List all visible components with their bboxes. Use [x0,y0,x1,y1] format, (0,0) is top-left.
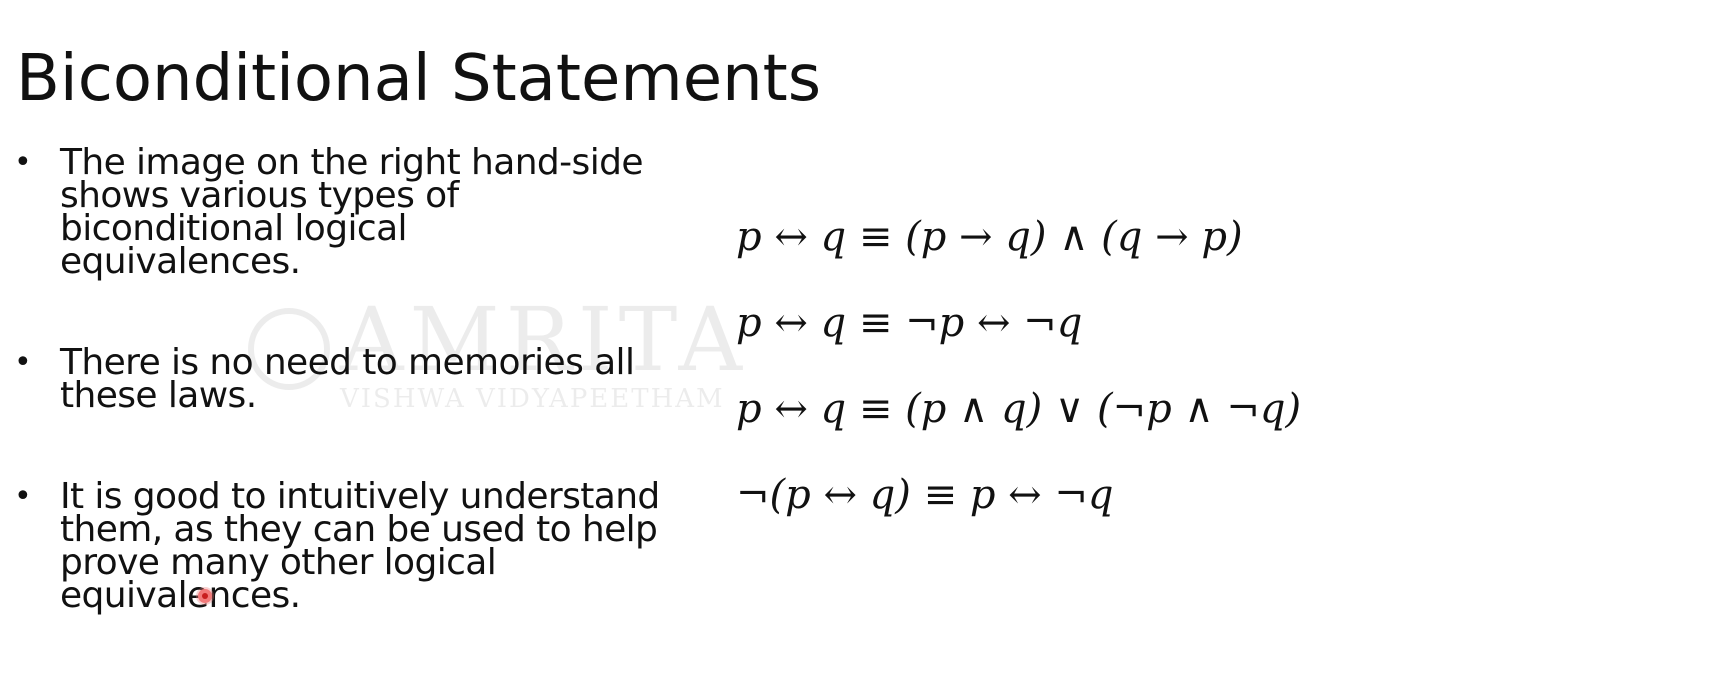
equation-rhs: p ↔ ¬q [969,472,1114,518]
equivalence-1: p ↔ q ≡ (p → q) ∧ (q → p) [736,214,1243,260]
bullet-item: It is good to intuitively understand the… [14,479,660,614]
bullet-item: The image on the right hand-side shows v… [14,145,650,280]
equiv-symbol: ≡ [858,300,893,346]
equation-lhs: ¬(p ↔ q) [736,472,911,518]
equivalence-3: p ↔ q ≡ (p ∧ q) ∨ (¬p ∧ ¬q) [736,386,1301,432]
slide: Biconditional Statements AMRITA VISHWA V… [0,0,1732,700]
equiv-symbol: ≡ [923,472,958,518]
equation-rhs: ¬p ↔ ¬q [905,300,1083,346]
bullet-list: The image on the right hand-side shows v… [14,145,660,614]
equation-lhs: p ↔ q [736,300,847,346]
equiv-symbol: ≡ [858,386,893,432]
equiv-symbol: ≡ [858,214,893,260]
equivalence-2: p ↔ q ≡ ¬p ↔ ¬q [736,300,1082,346]
slide-title: Biconditional Statements [16,42,822,116]
laser-pointer-icon [198,589,212,603]
equation-rhs: (p ∧ q) ∨ (¬p ∧ ¬q) [905,386,1302,432]
equation-lhs: p ↔ q [736,214,847,260]
equation-rhs: (p → q) ∧ (q → p) [905,214,1243,260]
bullet-item: There is no need to memories all these l… [14,345,660,414]
equation-lhs: p ↔ q [736,386,847,432]
equivalence-4: ¬(p ↔ q) ≡ p ↔ ¬q [736,472,1114,518]
